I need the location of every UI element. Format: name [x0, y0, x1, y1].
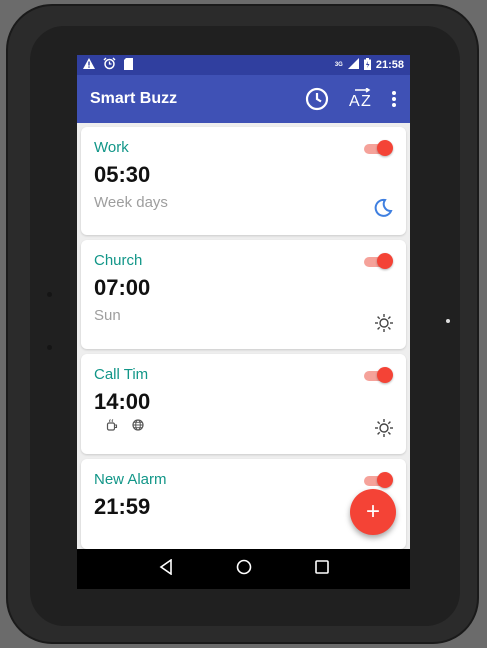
alarm-toggle[interactable]	[364, 253, 393, 269]
alarm-days: Sun	[94, 307, 121, 324]
tablet-device: 3G 21:58 Smart Buzz AZ Work 05:30 Week d…	[0, 0, 487, 648]
side-sensor	[47, 292, 52, 297]
network-type-label: 3G	[334, 62, 343, 68]
alarm-name: Call Tim	[94, 366, 149, 383]
globe-icon	[132, 418, 144, 436]
alarm-name: Work	[94, 139, 129, 156]
moon-icon	[373, 198, 393, 223]
alarm-time: 14:00	[94, 389, 151, 414]
alarm-list[interactable]: Work 05:30 Week days Church 07:00 Sun Ca…	[77, 123, 410, 549]
alarm-time: 21:59	[94, 494, 151, 519]
sun-icon	[375, 419, 393, 442]
alarm-name: Church	[94, 252, 143, 269]
alarm-days: Week days	[94, 194, 168, 211]
screen: 3G 21:58 Smart Buzz AZ Work 05:30 Week d…	[77, 55, 410, 589]
more-vert-icon[interactable]	[391, 90, 397, 108]
warning-icon	[83, 58, 95, 72]
alarm-card[interactable]: Church 07:00 Sun	[81, 240, 406, 349]
sort-az-icon[interactable]: AZ	[349, 88, 375, 110]
home-icon[interactable]	[236, 559, 252, 580]
alarm-toggle[interactable]	[364, 472, 393, 488]
alarm-clock-icon	[103, 57, 116, 73]
svg-text:A: A	[349, 93, 360, 110]
battery-icon	[363, 57, 371, 73]
app-bar: Smart Buzz AZ	[77, 75, 410, 123]
alarm-extra-icons	[94, 416, 393, 438]
back-icon[interactable]	[159, 557, 173, 580]
alarm-card[interactable]: Call Tim 14:00	[81, 354, 406, 454]
clock-icon[interactable]	[305, 87, 329, 111]
signal-icon	[347, 58, 359, 72]
alarm-toggle[interactable]	[364, 367, 393, 383]
alarm-time: 05:30	[94, 162, 151, 187]
add-alarm-button[interactable]: +	[350, 489, 396, 535]
alarm-card[interactable]: Work 05:30 Week days	[81, 127, 406, 235]
alarm-toggle[interactable]	[364, 140, 393, 156]
alarm-name: New Alarm	[94, 471, 167, 488]
app-title: Smart Buzz	[90, 90, 178, 107]
sun-icon	[375, 314, 393, 337]
status-bar: 3G 21:58	[77, 55, 410, 75]
sd-card-icon	[124, 57, 133, 73]
recents-icon[interactable]	[314, 559, 329, 579]
svg-text:Z: Z	[361, 93, 371, 110]
camera-dot	[446, 319, 450, 323]
coffee-icon	[106, 418, 118, 436]
nav-bar	[77, 549, 410, 589]
alarm-time: 07:00	[94, 275, 151, 300]
status-time: 21:58	[375, 59, 404, 71]
side-sensor	[47, 345, 52, 350]
